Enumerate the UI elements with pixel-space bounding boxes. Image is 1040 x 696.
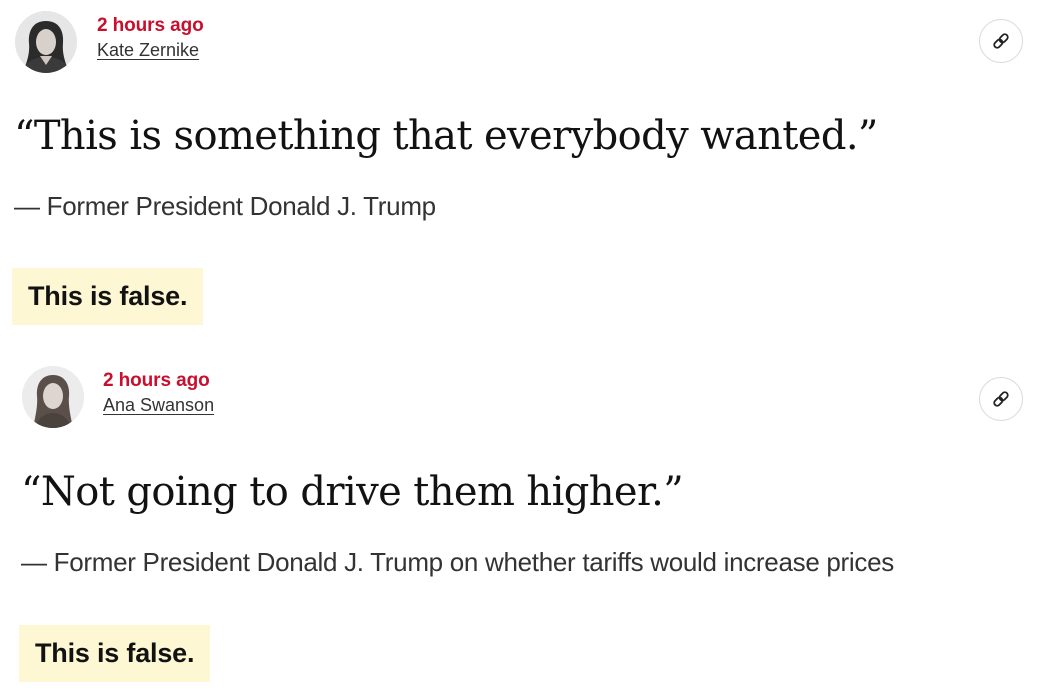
copy-link-button[interactable]	[979, 377, 1023, 421]
fact-check-verdict: This is false.	[19, 625, 211, 682]
author-photo-icon	[15, 11, 77, 73]
post-meta: 2 hours ago Kate Zernike	[97, 14, 204, 62]
quote-attribution: — Former President Donald J. Trump	[14, 191, 436, 221]
author-link[interactable]: Ana Swanson	[103, 393, 214, 417]
author-avatar[interactable]	[22, 366, 84, 428]
timestamp: 2 hours ago	[97, 15, 204, 36]
link-icon	[993, 391, 1009, 407]
timestamp: 2 hours ago	[103, 370, 210, 391]
post-meta: 2 hours ago Ana Swanson	[103, 369, 214, 417]
quote-text: “This is something that everybody wanted…	[14, 113, 878, 159]
author-link[interactable]: Kate Zernike	[97, 38, 199, 62]
fact-check-post: 2 hours ago Ana Swanson “Not going to dr…	[0, 356, 1040, 696]
author-photo-icon	[22, 366, 84, 428]
fact-check-verdict: This is false.	[12, 268, 204, 325]
quote-attribution: — Former President Donald J. Trump on wh…	[21, 547, 894, 577]
fact-check-post: 2 hours ago Kate Zernike “This is someth…	[0, 0, 1040, 348]
copy-link-button[interactable]	[979, 19, 1023, 63]
quote-text: “Not going to drive them higher.”	[21, 469, 684, 515]
link-icon	[993, 33, 1009, 49]
author-avatar[interactable]	[15, 11, 77, 73]
